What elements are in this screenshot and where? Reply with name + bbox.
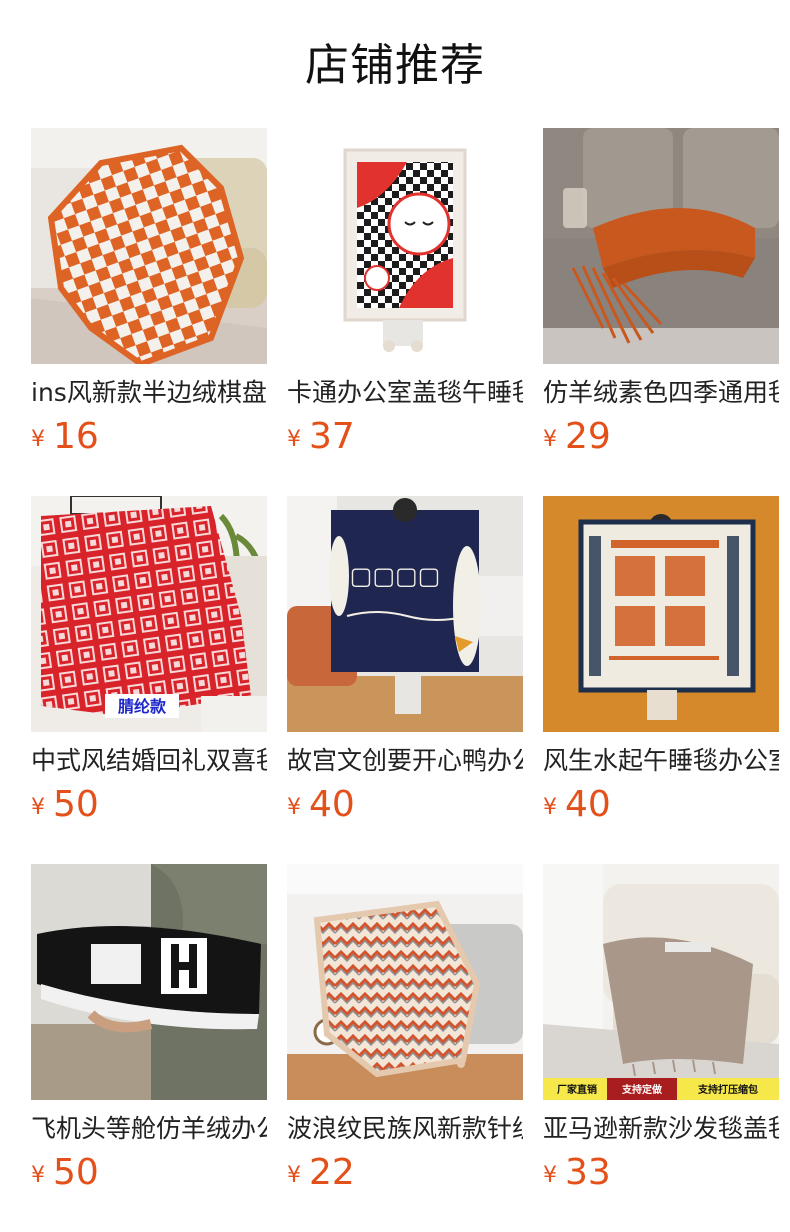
product-price: ¥50 <box>31 1150 99 1196</box>
price-amount: 40 <box>565 784 611 825</box>
price-amount: 40 <box>309 784 355 825</box>
product-name[interactable]: 故宫文创要开心鸭办公毯 <box>287 744 523 778</box>
product-card[interactable]: 波浪纹民族风新款针织毯 ¥22 <box>287 864 523 1232</box>
product-card[interactable]: ▢▢▢▢ 故宫文创要开心鸭办公毯 ¥40 <box>287 496 523 864</box>
product-name[interactable]: 亚马逊新款沙发毯盖毯 <box>543 1112 779 1146</box>
price-amount: 50 <box>53 1152 99 1193</box>
banner-customizable: 支持定做 <box>621 1083 663 1096</box>
product-card[interactable]: 风生水起午睡毯办公室毯 ¥40 <box>543 496 779 864</box>
product-name[interactable]: 风生水起午睡毯办公室毯 <box>543 744 779 778</box>
currency-symbol: ¥ <box>287 1163 301 1188</box>
price-amount: 16 <box>53 416 99 457</box>
product-card[interactable]: ins风新款半边绒棋盘格毯 ¥16 <box>31 128 267 496</box>
product-price: ¥33 <box>543 1150 611 1196</box>
price-amount: 37 <box>309 416 355 457</box>
product-card[interactable]: 卡通办公室盖毯午睡毯 ¥37 <box>287 128 523 496</box>
product-name[interactable]: 仿羊绒素色四季通用毯 <box>543 376 779 410</box>
best-lucky-blanket-photo[interactable] <box>543 496 779 732</box>
zigzag-blanket-photo[interactable] <box>287 864 523 1100</box>
product-name[interactable]: 飞机头等舱仿羊绒办公毯 <box>31 1112 267 1146</box>
price-amount: 22 <box>309 1152 355 1193</box>
product-name[interactable]: ins风新款半边绒棋盘格毯 <box>31 376 267 410</box>
product-price: ¥40 <box>287 782 355 828</box>
beige-sofa-throw-photo[interactable]: 厂家直销 支持定做 支持打压缩包 <box>543 864 779 1100</box>
product-name[interactable]: 波浪纹民族风新款针织毯 <box>287 1112 523 1146</box>
currency-symbol: ¥ <box>287 427 301 452</box>
red-double-happiness-blanket-photo[interactable]: 腈纶款 <box>31 496 267 732</box>
product-price: ¥29 <box>543 414 611 460</box>
svg-text:▢▢▢▢: ▢▢▢▢ <box>350 562 441 590</box>
currency-symbol: ¥ <box>543 1163 557 1188</box>
rust-throw-photo[interactable] <box>543 128 779 364</box>
h-pattern-blanket-photo[interactable] <box>31 864 267 1100</box>
happy-duck-blanket-photo[interactable]: ▢▢▢▢ <box>287 496 523 732</box>
product-price: ¥22 <box>287 1150 355 1196</box>
price-amount: 50 <box>53 784 99 825</box>
cartoon-blanket-photo[interactable] <box>287 128 523 364</box>
product-grid: ins风新款半边绒棋盘格毯 ¥16 <box>31 128 779 1232</box>
price-amount: 33 <box>565 1152 611 1193</box>
currency-symbol: ¥ <box>31 427 45 452</box>
badge-text: 腈纶款 <box>118 697 167 716</box>
banner-factory-direct: 厂家直销 <box>557 1083 597 1096</box>
currency-symbol: ¥ <box>543 427 557 452</box>
product-card[interactable]: 腈纶款 中式风结婚回礼双喜毯 ¥50 <box>31 496 267 864</box>
product-name[interactable]: 卡通办公室盖毯午睡毯 <box>287 376 523 410</box>
currency-symbol: ¥ <box>287 795 301 820</box>
product-price: ¥40 <box>543 782 611 828</box>
product-card[interactable]: 厂家直销 支持定做 支持打压缩包 亚马逊新款沙发毯盖毯 ¥33 <box>543 864 779 1232</box>
product-card[interactable]: 仿羊绒素色四季通用毯 ¥29 <box>543 128 779 496</box>
product-price: ¥50 <box>31 782 99 828</box>
section-title: 店铺推荐 <box>305 40 485 91</box>
product-name[interactable]: 中式风结婚回礼双喜毯 <box>31 744 267 778</box>
banner-compression: 支持打压缩包 <box>697 1083 758 1096</box>
currency-symbol: ¥ <box>31 795 45 820</box>
checkered-blanket-photo[interactable] <box>31 128 267 364</box>
currency-symbol: ¥ <box>543 795 557 820</box>
price-amount: 29 <box>565 416 611 457</box>
currency-symbol: ¥ <box>31 1163 45 1188</box>
product-price: ¥37 <box>287 414 355 460</box>
product-price: ¥16 <box>31 414 99 460</box>
product-card[interactable]: 飞机头等舱仿羊绒办公毯 ¥50 <box>31 864 267 1232</box>
